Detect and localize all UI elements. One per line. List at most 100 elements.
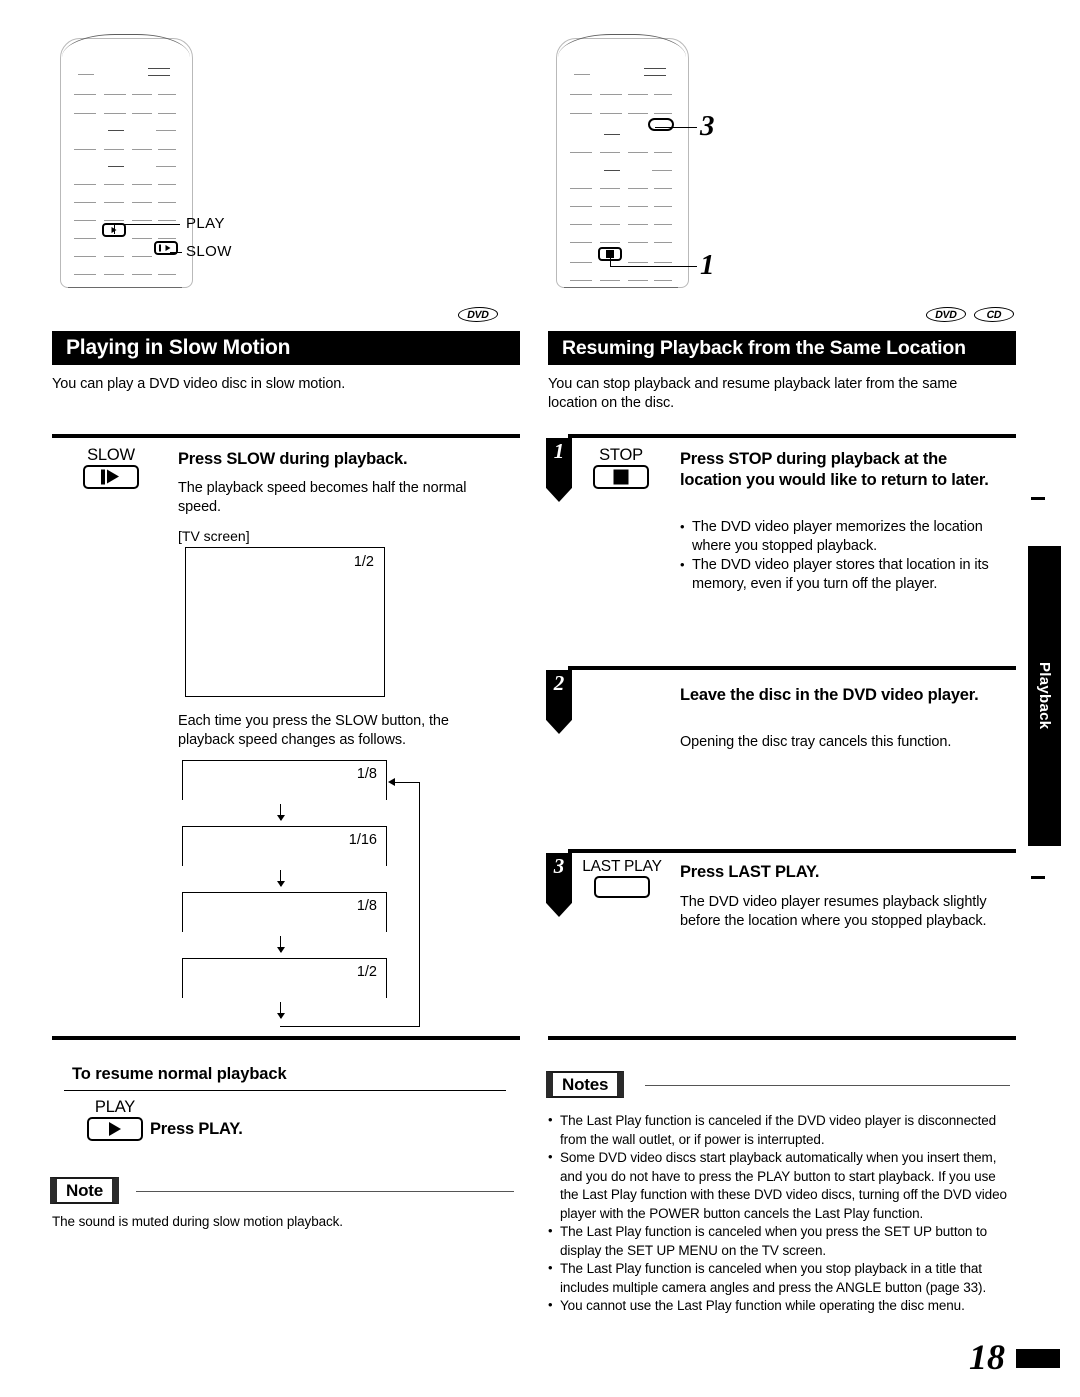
sequence-loop-arrowhead <box>388 777 395 786</box>
notes-list: The Last Play function is canceled if th… <box>548 1111 1016 1316</box>
sequence-step: 1/16 <box>182 826 387 866</box>
callout-num-3: 3 <box>700 110 715 142</box>
edge-tick <box>1031 497 1045 500</box>
sequence-arrow <box>277 804 286 821</box>
section-intro-resuming: You can stop playback and resume playbac… <box>548 376 958 411</box>
sequence-value: 1/8 <box>356 766 377 782</box>
sequence-step: 1/8 <box>182 760 387 800</box>
note-item: The Last Play function is canceled if th… <box>548 1111 1016 1149</box>
remote-body <box>556 38 689 288</box>
rule-step-3 <box>568 849 1016 853</box>
note-item: The Last Play function is canceled when … <box>548 1222 1016 1260</box>
section-header-slow-motion: Playing in Slow Motion <box>52 331 520 365</box>
callout-num-1: 1 <box>700 249 715 281</box>
button-glyph-play: PLAY <box>72 1099 158 1141</box>
rule-notes <box>548 1036 1016 1040</box>
note-badge: Note <box>50 1177 119 1204</box>
step-badge-1: 1 <box>546 438 572 502</box>
step-number: 2 <box>553 671 565 695</box>
sequence-loop-top <box>394 782 420 783</box>
sequence-intro: Each time you press the SLOW button, the… <box>178 713 449 748</box>
tv-screen-label: [TV screen] <box>178 528 250 544</box>
step-1-bullets: The DVD video player memorizes the locat… <box>680 517 1010 594</box>
note-item: Some DVD video discs start playback auto… <box>548 1148 1016 1223</box>
disc-badges-right: DVD CD <box>924 306 1016 325</box>
button-caption: LAST PLAY <box>582 858 662 875</box>
page-number: 18 <box>969 1337 1005 1377</box>
bullet-item: The DVD video player memorizes the locat… <box>680 517 1010 556</box>
sequence-value: 1/2 <box>356 964 377 980</box>
step-heading-3: Press LAST PLAY. <box>680 863 820 881</box>
subheading-resume-normal: To resume normal playback <box>72 1065 287 1083</box>
sequence-loop-side <box>419 782 420 1027</box>
side-tab-playback: Playback <box>1028 546 1061 846</box>
dvd-badge-icon: DVD <box>924 306 968 325</box>
button-glyph-slow: SLOW <box>68 447 154 489</box>
cd-badge-icon: CD <box>972 306 1016 325</box>
step-number: 1 <box>553 439 565 463</box>
tv-screen-value: 1/2 <box>353 554 374 570</box>
notes-badge: Notes <box>546 1071 625 1098</box>
sequence-arrow <box>277 870 286 887</box>
sequence-step: 1/2 <box>182 958 387 998</box>
step-body-3: The DVD video player resumes playback sl… <box>680 894 987 929</box>
stop-icon <box>593 465 649 489</box>
sequence-arrow <box>277 1002 286 1019</box>
rule-note <box>136 1191 514 1192</box>
remote-illustration-right <box>548 28 698 296</box>
instruction-press-play: Press PLAY. <box>150 1120 243 1138</box>
leader-line-3 <box>655 127 697 128</box>
edge-tick <box>1031 876 1045 879</box>
leader-line-1 <box>610 266 697 267</box>
rule-step-2 <box>568 666 1016 670</box>
callout-label-slow: SLOW <box>186 243 232 260</box>
blank-button-icon <box>594 876 650 898</box>
step-heading-1: Press STOP during playback at the locati… <box>680 450 989 489</box>
section-title: Resuming Playback from the Same Location <box>562 336 966 359</box>
sequence-arrow <box>277 936 286 953</box>
sequence-value: 1/16 <box>348 832 377 848</box>
step-body-2: Opening the disc tray cancels this funct… <box>680 734 952 750</box>
step-body-slow: The playback speed becomes half the norm… <box>178 480 467 515</box>
dvd-badge-icon: DVD <box>456 306 500 325</box>
speed-sequence-diagram: 1/8 1/16 1/8 1/2 <box>182 760 452 1027</box>
side-tab-label: Playback <box>1036 662 1053 730</box>
page-number-bar <box>1016 1349 1060 1368</box>
button-caption: STOP <box>599 446 643 464</box>
rule-step-1 <box>568 434 1016 438</box>
tv-screen-box: 1/2 <box>185 547 385 697</box>
step-heading-slow: Press SLOW during playback. <box>178 450 408 468</box>
remote-bottom-line <box>564 287 678 288</box>
callout-label-play: PLAY <box>186 215 225 232</box>
rule-step-slow <box>52 434 520 438</box>
note-item: You cannot use the Last Play function wh… <box>548 1296 1016 1316</box>
button-caption: SLOW <box>87 446 135 464</box>
manual-page: PLAY SLOW 3 1 DVD Playing in Slow Motion… <box>0 0 1080 1397</box>
leader-stem-1 <box>610 252 611 267</box>
button-caption: PLAY <box>94 1098 136 1116</box>
play-icon <box>87 1117 143 1141</box>
leader-line-play <box>114 224 180 225</box>
button-glyph-last-play: LAST PLAY <box>568 858 676 898</box>
note-text: The sound is muted during slow motion pl… <box>52 1214 343 1229</box>
leader-line-slow <box>170 252 182 253</box>
sequence-step: 1/8 <box>182 892 387 932</box>
button-glyph-stop: STOP <box>578 447 664 489</box>
leader-stem-play <box>114 224 115 234</box>
remote-illustration-left <box>52 28 202 296</box>
step-badge-2: 2 <box>546 670 572 734</box>
sequence-value: 1/8 <box>356 898 377 914</box>
section-header-resuming: Resuming Playback from the Same Location <box>548 331 1016 365</box>
step-heading-2: Leave the disc in the DVD video player. <box>680 686 979 704</box>
remote-key-last-play <box>648 118 674 131</box>
rule-resume <box>52 1036 520 1040</box>
rule-notes-line <box>645 1085 1010 1086</box>
section-title: Playing in Slow Motion <box>66 336 291 359</box>
sequence-loop-bottom <box>280 1026 420 1027</box>
rule-under-subheading <box>64 1090 506 1091</box>
section-intro-slow-motion: You can play a DVD video disc in slow mo… <box>52 376 346 392</box>
slow-playback-icon <box>83 465 139 489</box>
remote-bottom-line <box>68 287 182 288</box>
bullet-item: The DVD video player stores that locatio… <box>680 555 1010 594</box>
disc-badges-left: DVD <box>456 306 500 325</box>
